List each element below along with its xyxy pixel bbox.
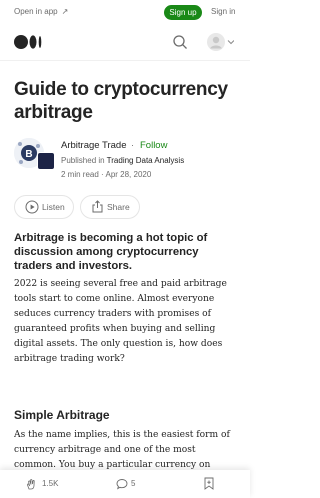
sign-up-button[interactable]: Sign up xyxy=(164,5,202,20)
user-avatar-icon[interactable] xyxy=(206,32,234,52)
section-heading: Simple Arbitrage xyxy=(14,408,110,422)
share-icon xyxy=(92,200,103,213)
publication-link[interactable]: Trading Data Analysis xyxy=(107,156,185,165)
article-title: Guide to cryptocurrency arbitrage xyxy=(14,79,228,123)
published-in: Published in Trading Data Analysis xyxy=(61,156,184,165)
author-avatar-group[interactable]: B xyxy=(14,138,55,172)
sign-in-link[interactable]: Sign in xyxy=(211,7,235,16)
play-icon xyxy=(25,200,39,214)
meta-separator: · xyxy=(101,170,104,179)
read-time: 2 min read xyxy=(61,170,99,179)
published-prefix: Published in xyxy=(61,156,105,165)
open-in-app-label: Open in app xyxy=(14,7,58,16)
bookmark-icon[interactable] xyxy=(203,477,215,490)
app-banner: Open in app ↗ Sign up Sign in xyxy=(0,0,250,24)
external-arrow-icon: ↗ xyxy=(61,7,69,16)
publish-date: Apr 28, 2020 xyxy=(105,170,152,179)
share-label: Share xyxy=(107,202,130,212)
navbar xyxy=(0,24,250,61)
article-meta: 2 min read · Apr 28, 2020 xyxy=(61,170,151,179)
listen-label: Listen xyxy=(42,202,65,212)
publication-avatar[interactable] xyxy=(37,152,55,170)
response-icon[interactable] xyxy=(116,478,128,490)
medium-logo[interactable] xyxy=(14,35,44,49)
share-button[interactable]: Share xyxy=(80,195,140,219)
article-subtitle: Arbitrage is becoming a hot topic of dis… xyxy=(14,232,208,272)
clap-count: 1.5K xyxy=(42,479,59,488)
svg-text:B: B xyxy=(25,149,32,160)
open-in-app-link[interactable]: Open in app ↗ xyxy=(14,7,68,16)
follow-separator: · xyxy=(131,140,134,150)
search-icon[interactable] xyxy=(172,34,188,50)
article-paragraph: As the name implies, this is the easiest… xyxy=(14,430,230,470)
follow-button[interactable]: Follow xyxy=(140,140,167,151)
article-paragraph: 2022 is seeing several free and paid arb… xyxy=(14,279,227,364)
engagement-bar: 1.5K 5 xyxy=(0,470,250,498)
response-count: 5 xyxy=(131,479,136,488)
listen-button[interactable]: Listen xyxy=(14,195,74,219)
clap-icon[interactable] xyxy=(26,478,38,490)
author-name[interactable]: Arbitrage Trade xyxy=(61,140,126,151)
